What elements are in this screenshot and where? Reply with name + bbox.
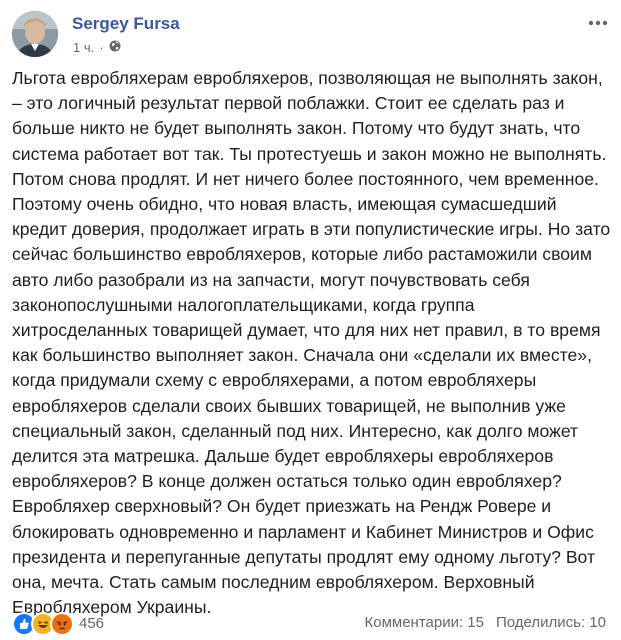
reactions-count: 456: [79, 615, 105, 632]
post-time[interactable]: 1 ч.: [73, 40, 94, 55]
post-stats: Комментарии: 15 Поделились: 10: [365, 612, 607, 634]
post-footer: 456 Комментарии: 15 Поделились: 10: [12, 611, 610, 636]
more-options-icon[interactable]: [588, 14, 608, 30]
comments-count[interactable]: Комментарии: 15: [365, 614, 485, 631]
facebook-post: Sergey Fursa 1 ч. · Льгота евробляхерам …: [0, 0, 621, 640]
post-body: Льгота евробляхерам евробляхеров, позвол…: [12, 68, 611, 618]
reactions-summary[interactable]: 456: [12, 612, 104, 636]
separator-dot: ·: [99, 40, 104, 55]
avatar-photo: [12, 11, 58, 57]
angry-icon: [50, 612, 74, 636]
author-name[interactable]: Sergey Fursa: [72, 14, 180, 34]
avatar[interactable]: [12, 11, 58, 57]
post-meta: 1 ч. ·: [73, 40, 121, 55]
globe-icon: [109, 40, 121, 55]
post-text: Льгота евробляхерам евробляхеров, позвол…: [12, 66, 612, 620]
shares-count[interactable]: Поделились: 10: [496, 614, 606, 631]
